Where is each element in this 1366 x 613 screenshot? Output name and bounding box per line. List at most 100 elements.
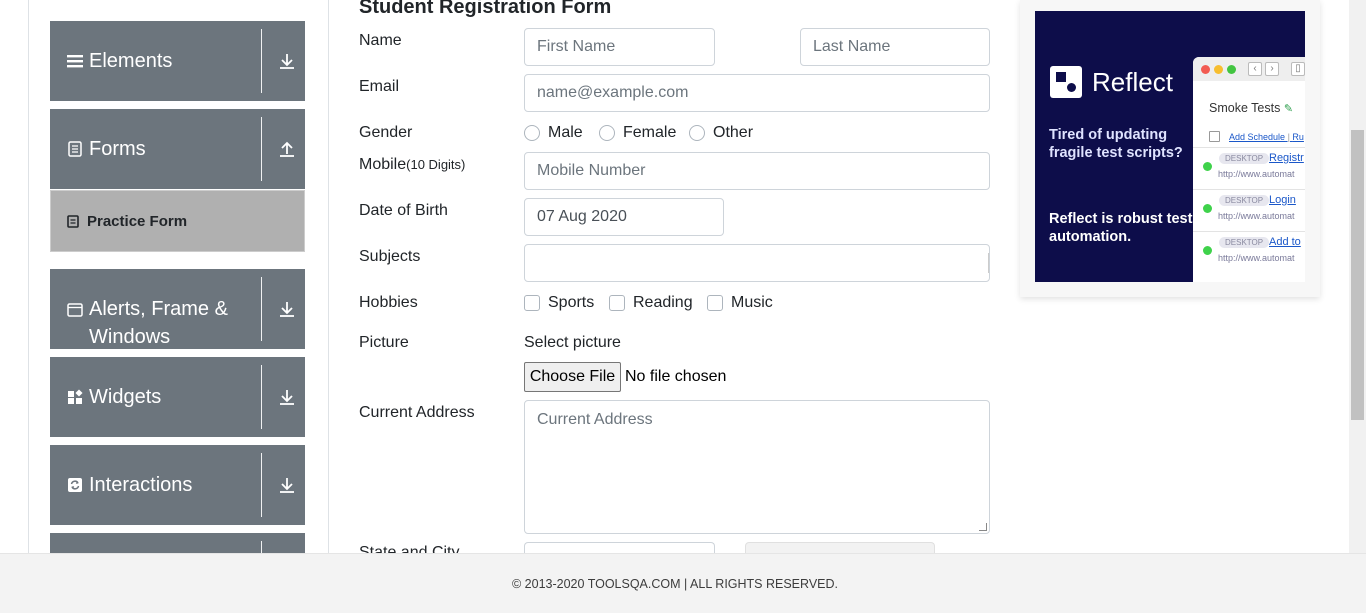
subjects-input[interactable]	[524, 244, 990, 282]
city-select[interactable]	[745, 542, 935, 553]
scrollbar-thumb[interactable]	[1351, 130, 1364, 420]
document-icon	[68, 141, 82, 157]
hobby-option-label[interactable]: Music	[731, 294, 773, 312]
hamburger-icon	[67, 55, 83, 68]
radio-circle[interactable]	[524, 125, 540, 141]
gender-male-radio[interactable]: Male	[524, 124, 583, 142]
status-dot-icon	[1203, 246, 1212, 255]
footer-copyright: © 2013-2020 TOOLSQA.COM | ALL RIGHTS RES…	[511, 577, 838, 591]
mobile-input[interactable]: Mobile Number	[524, 152, 990, 190]
hobby-reading-checkbox[interactable]: Reading	[609, 294, 693, 312]
hobby-sports-checkbox[interactable]: Sports	[524, 294, 594, 312]
divider	[261, 453, 262, 517]
hobby-option-label[interactable]: Sports	[548, 294, 594, 312]
test-link: Add to	[1269, 236, 1301, 248]
checkbox-box[interactable]	[707, 295, 723, 311]
download-arrow-icon[interactable]	[276, 21, 298, 101]
footer: © 2013-2020 TOOLSQA.COM | ALL RIGHTS RES…	[0, 553, 1366, 613]
name-label: Name	[359, 32, 402, 49]
download-arrow-icon[interactable]	[276, 269, 298, 349]
select-picture-label: Select picture	[524, 334, 621, 351]
file-status-text: No file chosen	[625, 368, 727, 385]
dob-label: Date of Birth	[359, 202, 448, 219]
test-link: Registr	[1269, 152, 1304, 164]
sidebar-group-widgets[interactable]: Widgets	[50, 357, 305, 437]
first-name-input[interactable]: First Name	[524, 28, 715, 66]
gender-option-label[interactable]: Male	[548, 124, 583, 142]
add-schedule-link: Add Schedule | Ru	[1229, 132, 1304, 142]
dob-input[interactable]: 07 Aug 2020	[524, 198, 724, 236]
status-dot-icon	[1203, 162, 1212, 171]
ad-test-row: DESKTOP Login http://www.automat	[1193, 189, 1305, 229]
gender-option-label[interactable]: Other	[713, 124, 753, 142]
radio-circle[interactable]	[599, 125, 615, 141]
gender-option-label[interactable]: Female	[623, 124, 676, 142]
interactions-icon	[68, 478, 82, 492]
address-placeholder: Current Address	[537, 411, 653, 428]
widgets-icon	[68, 389, 83, 404]
ad-test-row: DESKTOP Registr http://www.automat	[1193, 147, 1305, 187]
sidebar-group-label: Alerts, Frame & Windows	[89, 298, 228, 348]
last-name-input[interactable]: Last Name	[800, 28, 990, 66]
test-link: Login	[1269, 194, 1296, 206]
sidebar-group-alerts[interactable]: Alerts, Frame & Windows	[50, 269, 305, 349]
sidebar-group-interactions-header: Interactions	[67, 445, 192, 525]
state-select[interactable]	[524, 542, 715, 553]
email-label: Email	[359, 78, 400, 95]
hobby-option-label[interactable]: Reading	[633, 294, 693, 312]
reflect-ad[interactable]: Reflect Tired of updating fragile test s…	[1035, 11, 1305, 282]
form-title: Student Registration Form	[359, 0, 612, 18]
mobile-label-text: Mobile	[359, 156, 407, 173]
picture-label: Picture	[359, 334, 409, 351]
sidebar-group-label: Widgets	[89, 385, 162, 408]
test-url: http://www.automat	[1218, 211, 1295, 221]
download-arrow-icon[interactable]	[276, 445, 298, 525]
resize-handle[interactable]	[979, 523, 987, 531]
test-url: http://www.automat	[1218, 169, 1295, 179]
calendar-icon	[1209, 131, 1220, 142]
choose-file-button[interactable]: Choose File	[524, 362, 621, 392]
hobby-music-checkbox[interactable]: Music	[707, 294, 773, 312]
add-schedule-label: Add Schedule	[1229, 132, 1286, 142]
sidebar-group-alerts-header: Alerts, Frame & Windows	[67, 295, 229, 351]
subjects-label: Subjects	[359, 248, 421, 265]
sidebar-group-label: Interactions	[89, 473, 193, 496]
ad-test-row: DESKTOP Add to http://www.automat	[1193, 231, 1305, 271]
gender-female-radio[interactable]: Female	[599, 124, 676, 142]
forward-icon: ›	[1265, 62, 1279, 76]
sidebar-group-forms[interactable]: Forms	[50, 109, 305, 189]
download-arrow-icon[interactable]	[276, 357, 298, 437]
ad-brand: Reflect	[1050, 66, 1173, 98]
ad-tagline: Tired of updating fragile test scripts?	[1049, 127, 1183, 161]
sidebar-group-label: Forms	[89, 137, 146, 160]
form-icon	[67, 214, 79, 228]
status-dot-icon	[1203, 204, 1212, 213]
current-address-textarea[interactable]: Current Address	[524, 400, 990, 534]
divider	[261, 365, 262, 429]
checkbox-box[interactable]	[524, 295, 540, 311]
window-dot-icon	[1214, 65, 1223, 74]
desktop-tag: DESKTOP	[1219, 237, 1270, 248]
test-url: http://www.automat	[1218, 253, 1295, 263]
email-input[interactable]: name@example.com	[524, 74, 990, 112]
checkbox-box[interactable]	[609, 295, 625, 311]
sidebar-item-practice-form[interactable]: Practice Form	[50, 190, 305, 252]
window-dot-icon	[1227, 65, 1236, 74]
window-dot-icon	[1201, 65, 1210, 74]
gender-other-radio[interactable]: Other	[689, 124, 753, 142]
gender-label: Gender	[359, 124, 413, 141]
ad-brand-name: Reflect	[1092, 66, 1173, 97]
desktop-tag: DESKTOP	[1219, 195, 1270, 206]
pencil-icon: ✎	[1283, 103, 1294, 115]
ad-pitch: Reflect is robust test automation.	[1049, 211, 1193, 245]
upload-arrow-icon[interactable]	[276, 109, 298, 189]
subjects-caret	[988, 253, 989, 273]
radio-circle[interactable]	[689, 125, 705, 141]
left-border	[28, 0, 29, 553]
sidebar-toggle-icon: ▯	[1291, 62, 1305, 76]
reflect-logo-icon	[1050, 66, 1082, 98]
sidebar-group-elements[interactable]: Elements	[50, 21, 305, 101]
sidebar-group-interactions[interactable]: Interactions	[50, 445, 305, 525]
mock-browser-bar: ‹ › ▯	[1193, 57, 1305, 81]
page: Elements Forms Practice Form Alerts, Fra…	[0, 0, 1366, 613]
